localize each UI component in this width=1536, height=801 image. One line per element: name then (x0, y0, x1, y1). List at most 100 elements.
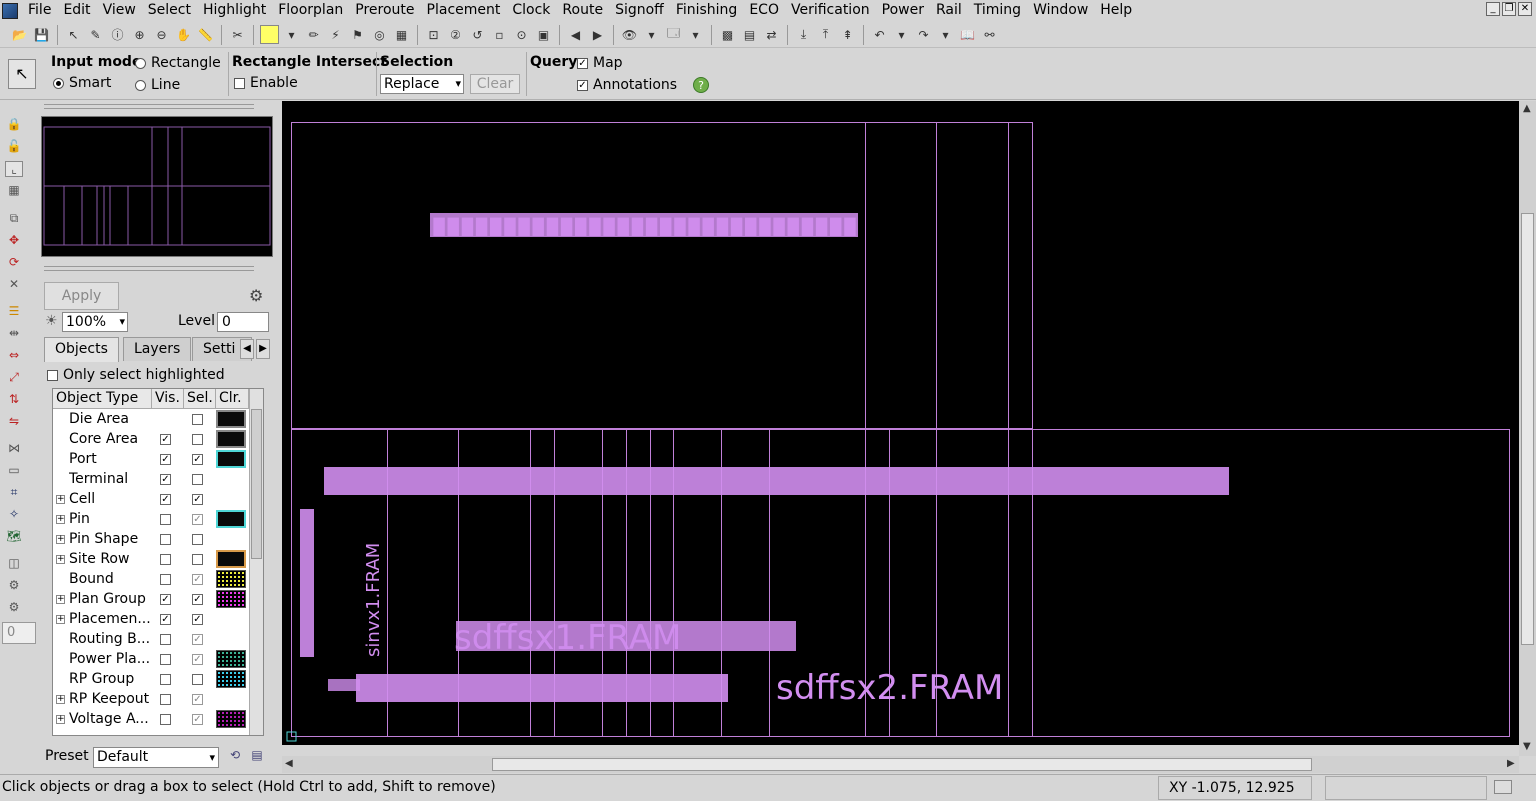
selectable-checkbox[interactable]: ✓ (192, 694, 203, 705)
column-object-type[interactable]: Object Type (53, 389, 152, 408)
open-icon[interactable]: 📂 (10, 25, 29, 44)
refresh-preset-icon[interactable]: ⟲ (227, 748, 243, 766)
window-icon[interactable]: 🗔 (664, 25, 683, 44)
selectable-checkbox[interactable] (192, 414, 203, 425)
tree-row[interactable]: Die Area (53, 409, 263, 429)
clear-ruler-icon[interactable]: ✂ (228, 25, 247, 44)
selectable-checkbox[interactable]: ✓ (192, 494, 203, 505)
color-swatch[interactable] (216, 410, 246, 428)
snap-icon[interactable]: ⌗ (5, 485, 23, 501)
visible-checkbox[interactable]: ✓ (160, 494, 171, 505)
selectable-checkbox[interactable] (192, 434, 203, 445)
tree-scrollbar-thumb[interactable] (251, 409, 262, 559)
dropdown-arrow-icon[interactable]: ▾ (892, 25, 911, 44)
color-swatch[interactable] (216, 670, 246, 688)
flag-icon[interactable]: ⚑ (348, 25, 367, 44)
visible-checkbox[interactable] (160, 554, 171, 565)
selectable-checkbox[interactable]: ✓ (192, 514, 203, 525)
tool-icon[interactable]: ⚙ (5, 578, 23, 594)
unlock-icon[interactable]: 🔓 (5, 139, 23, 155)
visible-checkbox[interactable] (160, 714, 171, 725)
gear-icon[interactable]: ⚙ (249, 286, 263, 305)
ruler-icon[interactable]: 📏 (196, 25, 215, 44)
enable-checkbox[interactable]: Enable (234, 72, 298, 94)
scroll-up-icon[interactable]: ▲ (1523, 103, 1531, 114)
rectangle-radio[interactable]: Rectangle (135, 52, 221, 74)
tab-objects[interactable]: Objects (44, 337, 119, 362)
column-clr[interactable]: Clr. (216, 389, 249, 408)
canvas-horizontal-scrollbar[interactable]: ◀ ▶ (282, 756, 1519, 773)
menu-signoff[interactable]: Signoff (609, 0, 670, 21)
tree-row[interactable]: + Site Row (53, 549, 263, 569)
expand-icon[interactable]: + (56, 595, 65, 604)
pop-up-icon[interactable]: ⤒ (816, 25, 835, 44)
dropdown-arrow-icon[interactable]: ▾ (686, 25, 705, 44)
color-swatch[interactable] (216, 570, 246, 588)
pencil-icon[interactable]: ✎ (86, 25, 105, 44)
hierarchy-icon[interactable]: ⇄ (762, 25, 781, 44)
selectable-checkbox[interactable]: ✓ (192, 714, 203, 725)
zoom-in-icon[interactable]: ⊕ (130, 25, 149, 44)
select-arrow-icon[interactable]: ↖ (64, 25, 83, 44)
visible-checkbox[interactable]: ✓ (160, 594, 171, 605)
visible-checkbox[interactable]: ✓ (160, 474, 171, 485)
left-level-field[interactable]: 0 (2, 622, 36, 644)
color-swatch[interactable] (216, 430, 246, 448)
help-icon[interactable]: ? (693, 77, 709, 93)
status-keyboard-icon[interactable] (1494, 780, 1512, 794)
rotate-icon[interactable]: ⟳ (5, 255, 23, 271)
selectable-checkbox[interactable]: ✓ (192, 574, 203, 585)
horizontal-scroll-thumb[interactable] (492, 758, 1312, 771)
visible-checkbox[interactable] (160, 534, 171, 545)
visible-checkbox[interactable] (160, 694, 171, 705)
menu-window[interactable]: Window (1027, 0, 1094, 21)
minimize-icon[interactable]: _ (1486, 2, 1500, 16)
panel-splitter[interactable] (44, 104, 254, 109)
pop-top-icon[interactable]: ⇞ (838, 25, 857, 44)
tab-layers[interactable]: Layers (123, 337, 192, 361)
menu-placement[interactable]: Placement (421, 0, 507, 21)
tree-row[interactable]: + Pin Shape (53, 529, 263, 549)
expand-icon[interactable]: + (56, 515, 65, 524)
annotations-checkbox[interactable]: ✓ Annotations (577, 74, 677, 96)
tree-row[interactable]: RP Group (53, 669, 263, 689)
overview-map[interactable] (41, 116, 273, 257)
visible-checkbox[interactable]: ✓ (160, 434, 171, 445)
preset-select[interactable]: Default (93, 747, 219, 768)
tree-row[interactable]: + Cell ✓ ✓ (53, 489, 263, 509)
scroll-left-icon[interactable]: ◀ (285, 758, 293, 769)
dropdown-arrow-icon[interactable]: ▾ (642, 25, 661, 44)
tree-row[interactable]: + Placemen... ✓ ✓ (53, 609, 263, 629)
vertical-scroll-thumb[interactable] (1521, 213, 1534, 645)
visible-checkbox[interactable] (160, 574, 171, 585)
menu-file[interactable]: File (22, 0, 57, 21)
color-swatch[interactable] (216, 450, 246, 468)
color-swatch[interactable] (216, 650, 246, 668)
binoculars-icon[interactable]: ⚯ (980, 25, 999, 44)
menu-preroute[interactable]: Preroute (349, 0, 420, 21)
menu-rail[interactable]: Rail (930, 0, 968, 21)
pan-hand-icon[interactable]: ✋ (174, 25, 193, 44)
selectable-checkbox[interactable] (192, 554, 203, 565)
visible-checkbox[interactable] (160, 654, 171, 665)
visible-checkbox[interactable] (160, 514, 171, 525)
tab-scroll-left-icon[interactable]: ◀ (240, 339, 254, 359)
align-icon[interactable]: ☰ (5, 304, 23, 320)
tree-row[interactable]: + RP Keepout ✓ (53, 689, 263, 709)
menu-select[interactable]: Select (142, 0, 197, 21)
group-icon[interactable]: ▦ (5, 183, 23, 199)
scroll-right-icon[interactable]: ▶ (1507, 758, 1515, 769)
color-swatch[interactable] (216, 510, 246, 528)
cell-label-sdffsx2[interactable]: sdffsx2.FRAM (776, 668, 1003, 708)
menu-verification[interactable]: Verification (785, 0, 876, 21)
menu-edit[interactable]: Edit (57, 0, 96, 21)
delete-icon[interactable]: ✕ (5, 277, 23, 293)
stretch-icon[interactable]: ⇔ (5, 348, 23, 364)
color-swatch[interactable] (216, 590, 246, 608)
resize-icon[interactable]: ⤢ (5, 370, 23, 386)
color-swatch[interactable] (216, 710, 246, 728)
mirror-icon[interactable]: ⇋ (5, 414, 23, 430)
zoom-box-icon[interactable]: ▫ (490, 25, 509, 44)
brightness-select[interactable]: 100% (62, 312, 128, 332)
preset-menu-icon[interactable]: ▤ (249, 748, 265, 766)
